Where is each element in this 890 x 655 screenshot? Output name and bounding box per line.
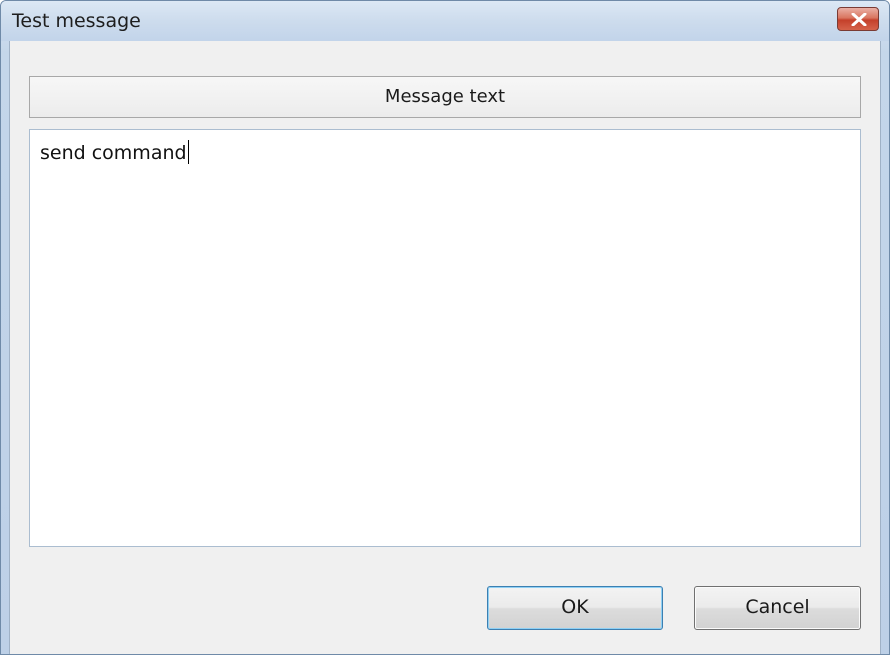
- cancel-button[interactable]: Cancel: [694, 586, 861, 630]
- close-icon: [851, 13, 867, 26]
- dialog-window: Test message Message text send command O…: [0, 0, 890, 655]
- dialog-client-area: Message text send command OK Cancel: [9, 41, 881, 654]
- window-title: Test message: [12, 10, 141, 32]
- ok-button[interactable]: OK: [487, 586, 663, 630]
- text-caret: [187, 140, 189, 164]
- close-button[interactable]: [837, 7, 879, 31]
- title-bar[interactable]: Test message: [1, 1, 889, 41]
- message-text-header: Message text: [29, 76, 861, 118]
- message-text-value: send command: [40, 142, 187, 164]
- message-text-input[interactable]: send command: [29, 129, 861, 547]
